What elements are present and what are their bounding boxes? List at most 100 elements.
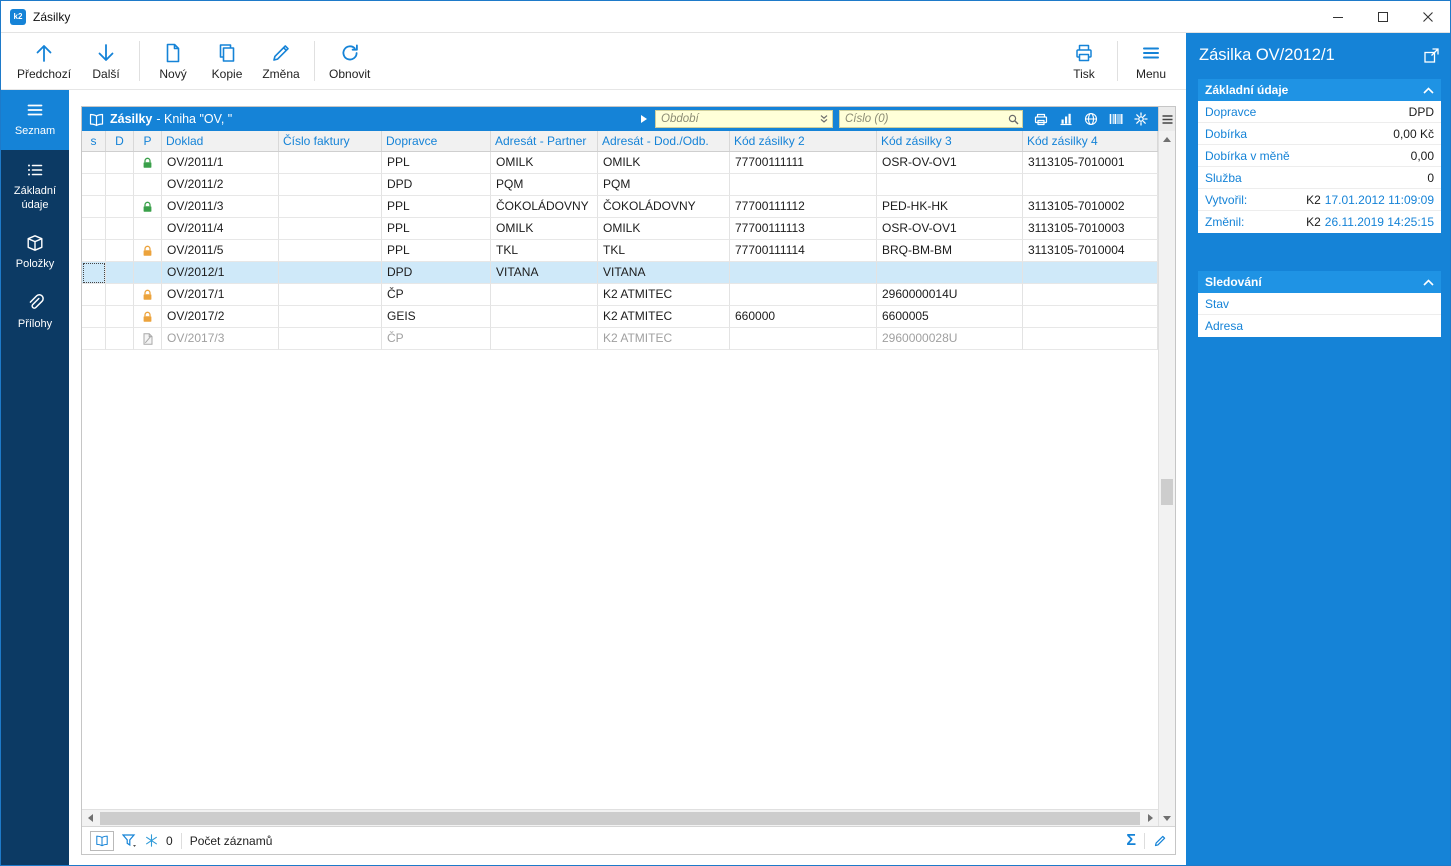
table-row[interactable]: OV/2017/1 ČP K2 ATMITEC 2960000014U [82,284,1158,306]
cell-carrier[interactable]: PPL [382,240,491,262]
chevron-up-icon[interactable] [1423,278,1434,286]
cell-s[interactable] [82,240,106,262]
detail-field[interactable]: Dobírka v měně 0,00 [1198,145,1441,167]
cell-invoice[interactable] [279,196,382,218]
cell-p[interactable] [134,218,162,240]
maximize-button[interactable] [1360,1,1405,32]
cell-carrier[interactable]: DPD [382,262,491,284]
cell-s[interactable] [82,284,106,306]
table-row[interactable]: OV/2011/1 PPL OMILK OMILK 77700111111 OSR-OV-… [82,152,1158,174]
cell-d[interactable] [106,262,134,284]
cell-invoice[interactable] [279,284,382,306]
cell-consignee[interactable]: VITANA [598,262,730,284]
sidebar-item-seznam[interactable]: Seznam [1,90,69,150]
cell-doklad[interactable]: OV/2017/3 [162,328,279,350]
cell-consignee[interactable]: K2 ATMITEC [598,306,730,328]
search-icon[interactable] [1008,114,1019,125]
cell-partner[interactable]: PQM [491,174,598,196]
cell-invoice[interactable] [279,262,382,284]
chart-icon[interactable] [1058,111,1074,127]
cell-d[interactable] [106,218,134,240]
cell-code4[interactable] [1023,174,1158,196]
cell-code4[interactable]: 3113105-7010004 [1023,240,1158,262]
cell-code2[interactable]: 77700111112 [730,196,877,218]
cell-consignee[interactable]: PQM [598,174,730,196]
cell-s[interactable] [82,328,106,350]
scroll-left-icon[interactable] [82,814,98,822]
cell-s[interactable] [82,174,106,196]
filter-expand-icon[interactable] [640,114,648,124]
cell-code3[interactable]: 2960000014U [877,284,1023,306]
cell-d[interactable] [106,306,134,328]
cell-d[interactable] [106,328,134,350]
cell-carrier[interactable]: PPL [382,218,491,240]
table-row[interactable]: OV/2017/3 ČP K2 ATMITEC 2960000028U [82,328,1158,350]
settings-icon[interactable] [1133,111,1149,127]
cell-consignee[interactable]: OMILK [598,218,730,240]
sidebar-item-zakladni-udaje[interactable]: Základní údaje [1,150,69,224]
previous-button[interactable]: Předchozí [9,35,79,87]
cell-d[interactable] [106,284,134,306]
cell-code4[interactable] [1023,284,1158,306]
table-row[interactable]: OV/2011/3 PPL ČOKOLÁDOVNY ČOKOLÁDOVNY 777001… [82,196,1158,218]
column-header-consignee[interactable]: Adresát - Dod./Odb. [598,131,730,151]
vertical-scroll-track[interactable] [1159,147,1175,810]
snowflake-icon[interactable] [145,834,158,847]
cell-code2[interactable] [730,328,877,350]
cell-p[interactable] [134,328,162,350]
detail-field[interactable]: Služba 0 [1198,167,1441,189]
cell-invoice[interactable] [279,328,382,350]
cell-invoice[interactable] [279,306,382,328]
edit-pencil-icon[interactable] [1153,834,1167,848]
sidebar-item-polozky[interactable]: Položky [1,223,69,283]
cell-s[interactable] [82,306,106,328]
cell-partner[interactable]: OMILK [491,152,598,174]
cell-code2[interactable] [730,284,877,306]
cell-code4[interactable] [1023,306,1158,328]
column-header-code2[interactable]: Kód zásilky 2 [730,131,877,151]
detail-section-header[interactable]: Sledování [1198,271,1441,293]
cell-code2[interactable]: 77700111114 [730,240,877,262]
cell-code4[interactable]: 3113105-7010001 [1023,152,1158,174]
detail-section-header[interactable]: Základní údaje [1198,79,1441,101]
cell-partner[interactable]: TKL [491,240,598,262]
detail-field[interactable]: Dobírka 0,00 Kč [1198,123,1441,145]
cell-code3[interactable]: PED-HK-HK [877,196,1023,218]
horizontal-scrollbar[interactable] [82,809,1158,826]
column-header-invoice[interactable]: Číslo faktury [279,131,382,151]
cell-consignee[interactable]: K2 ATMITEC [598,328,730,350]
cell-doklad[interactable]: OV/2017/2 [162,306,279,328]
cell-invoice[interactable] [279,218,382,240]
cell-partner[interactable]: VITANA [491,262,598,284]
cell-carrier[interactable]: GEIS [382,306,491,328]
cell-invoice[interactable] [279,152,382,174]
vertical-scrollbar[interactable] [1158,131,1175,826]
cell-invoice[interactable] [279,240,382,262]
cell-code3[interactable]: BRQ-BM-BM [877,240,1023,262]
print-button[interactable]: Tisk [1057,35,1111,87]
cell-code3[interactable]: OSR-OV-OV1 [877,152,1023,174]
horizontal-scroll-thumb[interactable] [100,811,1140,825]
cell-code3[interactable] [877,174,1023,196]
column-header-code3[interactable]: Kód zásilky 3 [877,131,1023,151]
next-button[interactable]: Další [79,35,133,87]
cell-doklad[interactable]: OV/2012/1 [162,262,279,284]
cell-consignee[interactable]: OMILK [598,152,730,174]
cell-consignee[interactable]: K2 ATMITEC [598,284,730,306]
cell-code3[interactable]: OSR-OV-OV1 [877,218,1023,240]
minimize-button[interactable] [1315,1,1360,32]
print-icon[interactable] [1033,111,1049,127]
cell-code3[interactable]: 2960000028U [877,328,1023,350]
cell-p[interactable] [134,152,162,174]
cell-doklad[interactable]: OV/2011/5 [162,240,279,262]
cell-doklad[interactable]: OV/2011/1 [162,152,279,174]
cell-s[interactable] [82,262,106,284]
menu-button[interactable]: Menu [1124,35,1178,87]
scroll-up-icon[interactable] [1159,131,1175,147]
column-header-partner[interactable]: Adresát - Partner [491,131,598,151]
table-row[interactable]: OV/2012/1 DPD VITANA VITANA [82,262,1158,284]
filter-icon[interactable] [122,834,137,847]
cell-doklad[interactable]: OV/2011/3 [162,196,279,218]
detail-field[interactable]: Vytvořil: K2 17.01.2012 11:09:09 [1198,189,1441,211]
cell-d[interactable] [106,174,134,196]
